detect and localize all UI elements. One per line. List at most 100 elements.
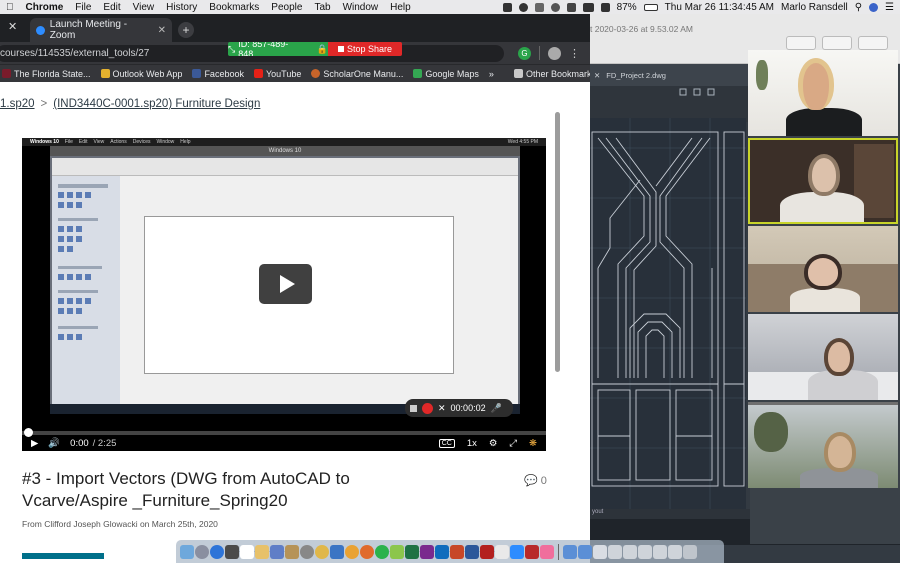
downloads-folder-icon[interactable] <box>563 544 577 559</box>
menu-file[interactable]: File <box>69 2 97 13</box>
chrome-icon[interactable] <box>345 544 359 559</box>
search-icon[interactable]: ⚲ <box>855 2 862 13</box>
app-store-icon[interactable] <box>270 544 284 559</box>
battery-icon[interactable] <box>643 3 658 11</box>
video-title[interactable]: #3 - Import Vectors (DWG from AutoCAD to… <box>22 468 382 512</box>
messages-icon[interactable] <box>375 544 389 559</box>
close-icon[interactable]: ✕ <box>594 71 600 80</box>
shield-tray-icon[interactable] <box>518 2 528 12</box>
close-icon[interactable]: ✕ <box>8 20 17 33</box>
participant-video-5[interactable] <box>748 402 898 488</box>
control-icon[interactable]: ☰ <box>885 2 894 13</box>
calendar-icon[interactable] <box>240 544 254 559</box>
launchpad-icon[interactable] <box>195 544 209 559</box>
video-play-icon[interactable]: ▶ <box>31 438 38 449</box>
outlook-icon[interactable] <box>435 544 449 559</box>
zoom-icon[interactable] <box>510 544 524 559</box>
powerpoint-icon[interactable] <box>450 544 464 559</box>
bookmarks-overflow[interactable]: » <box>489 69 494 79</box>
screenshot-icon[interactable] <box>623 544 637 559</box>
word-icon[interactable] <box>465 544 479 559</box>
cad-rotate-button[interactable] <box>822 36 852 50</box>
grammarly-icon[interactable]: G <box>518 46 531 60</box>
kaltura-logo-icon[interactable]: ❋ <box>529 438 537 449</box>
volume-tray-icon[interactable] <box>600 2 610 12</box>
volume-icon[interactable]: 🔊 <box>48 438 60 449</box>
bookmark-scholarone[interactable]: ScholarOne Manu... <box>311 69 403 79</box>
participant-video-3[interactable] <box>748 226 898 312</box>
comment-count[interactable]: 💬 0 <box>524 474 547 487</box>
preview-icon[interactable] <box>495 544 509 559</box>
tab-close-icon[interactable]: ✕ <box>158 25 166 36</box>
zoom-meeting-id[interactable]: ⤡ ID: 857-489-848 🔒 <box>228 42 328 56</box>
breadcrumb-current-link[interactable]: (IND3440C-0001.sp20) Furniture Design <box>53 98 260 110</box>
screenshot-icon[interactable] <box>668 544 682 559</box>
bookmark-facebook[interactable]: Facebook <box>192 69 244 79</box>
settings-gear-icon[interactable]: ⚙ <box>489 438 498 449</box>
profile-avatar[interactable] <box>548 46 561 60</box>
participant-video-2-active-speaker[interactable] <box>748 138 898 224</box>
mail-icon[interactable] <box>330 544 344 559</box>
camera-tray-icon[interactable] <box>502 2 512 12</box>
menu-view[interactable]: View <box>127 2 161 13</box>
photobooth-icon[interactable] <box>225 544 239 559</box>
document-icon[interactable] <box>593 544 607 559</box>
stop-record-icon[interactable] <box>410 404 417 412</box>
itunes-icon[interactable] <box>540 544 554 559</box>
screenshot-icon[interactable] <box>608 544 622 559</box>
bookmark-outlook[interactable]: Outlook Web App <box>100 69 182 79</box>
more-menu-icon[interactable]: ⋮ <box>569 47 580 60</box>
bluetooth-tray-icon[interactable] <box>566 2 576 12</box>
menu-people[interactable]: People <box>265 2 308 13</box>
sync-tray-icon[interactable] <box>534 2 544 12</box>
mic-icon[interactable]: 🎤 <box>491 403 502 414</box>
menu-app[interactable]: Chrome <box>20 2 70 13</box>
menu-history[interactable]: History <box>160 2 203 13</box>
screenshot-icon[interactable] <box>638 544 652 559</box>
scrollbar-thumb[interactable] <box>555 112 560 372</box>
play-button[interactable] <box>259 264 312 304</box>
finder-icon[interactable] <box>180 544 194 559</box>
cancel-record-icon[interactable]: ✕ <box>438 403 446 414</box>
notes-icon[interactable] <box>255 544 269 559</box>
pause-record-icon[interactable] <box>422 402 433 414</box>
photos-icon[interactable] <box>315 544 329 559</box>
contacts-icon[interactable] <box>285 544 299 559</box>
new-tab-button[interactable]: + <box>178 22 194 38</box>
fullscreen-icon[interactable]: ⤢ <box>509 438 517 449</box>
participant-video-4[interactable] <box>748 314 898 400</box>
next-item-button[interactable] <box>22 553 104 559</box>
other-bookmarks[interactable]: Other Bookmarks <box>513 69 590 79</box>
bookmark-fsu[interactable]: The Florida State... <box>2 69 91 79</box>
menubar-user[interactable]: Marlo Ransdell <box>781 2 848 13</box>
firefox-icon[interactable] <box>360 544 374 559</box>
excel-icon[interactable] <box>405 544 419 559</box>
video-player[interactable]: Windows 10 File Edit View Actions Device… <box>22 138 546 451</box>
clock-tray-icon[interactable] <box>550 2 560 12</box>
participant-video-1[interactable] <box>748 50 898 136</box>
acrobat-icon[interactable] <box>480 544 494 559</box>
menu-edit[interactable]: Edit <box>97 2 126 13</box>
menu-help[interactable]: Help <box>384 2 417 13</box>
tab-launch-meeting[interactable]: Launch Meeting - Zoom ✕ <box>30 18 172 42</box>
wifi-tray-icon[interactable] <box>582 2 594 12</box>
screenshot-icon[interactable] <box>653 544 667 559</box>
trash-icon[interactable] <box>683 544 697 559</box>
stop-share-button[interactable]: Stop Share <box>327 42 402 56</box>
onenote-icon[interactable] <box>420 544 434 559</box>
captions-button[interactable]: CC <box>438 438 455 448</box>
help-icon[interactable] <box>300 544 314 559</box>
documents-folder-icon[interactable] <box>578 544 592 559</box>
autocad-icon[interactable] <box>525 544 539 559</box>
cad-markup-button[interactable] <box>786 36 816 50</box>
bookmark-google-maps[interactable]: Google Maps <box>413 69 479 79</box>
menu-bookmarks[interactable]: Bookmarks <box>203 2 265 13</box>
cad-layout-tab[interactable]: yout <box>590 509 750 519</box>
facetime-icon[interactable] <box>390 544 404 559</box>
bookmark-youtube[interactable]: YouTube <box>253 69 301 79</box>
breadcrumb-course-link[interactable]: 1.sp20 <box>0 98 35 110</box>
apple-icon[interactable]:  <box>0 2 20 13</box>
menubar-clock[interactable]: Thu Mar 26 11:34:45 AM <box>665 2 774 13</box>
cad-drawing-area[interactable] <box>590 118 746 512</box>
menu-tab[interactable]: Tab <box>308 2 336 13</box>
